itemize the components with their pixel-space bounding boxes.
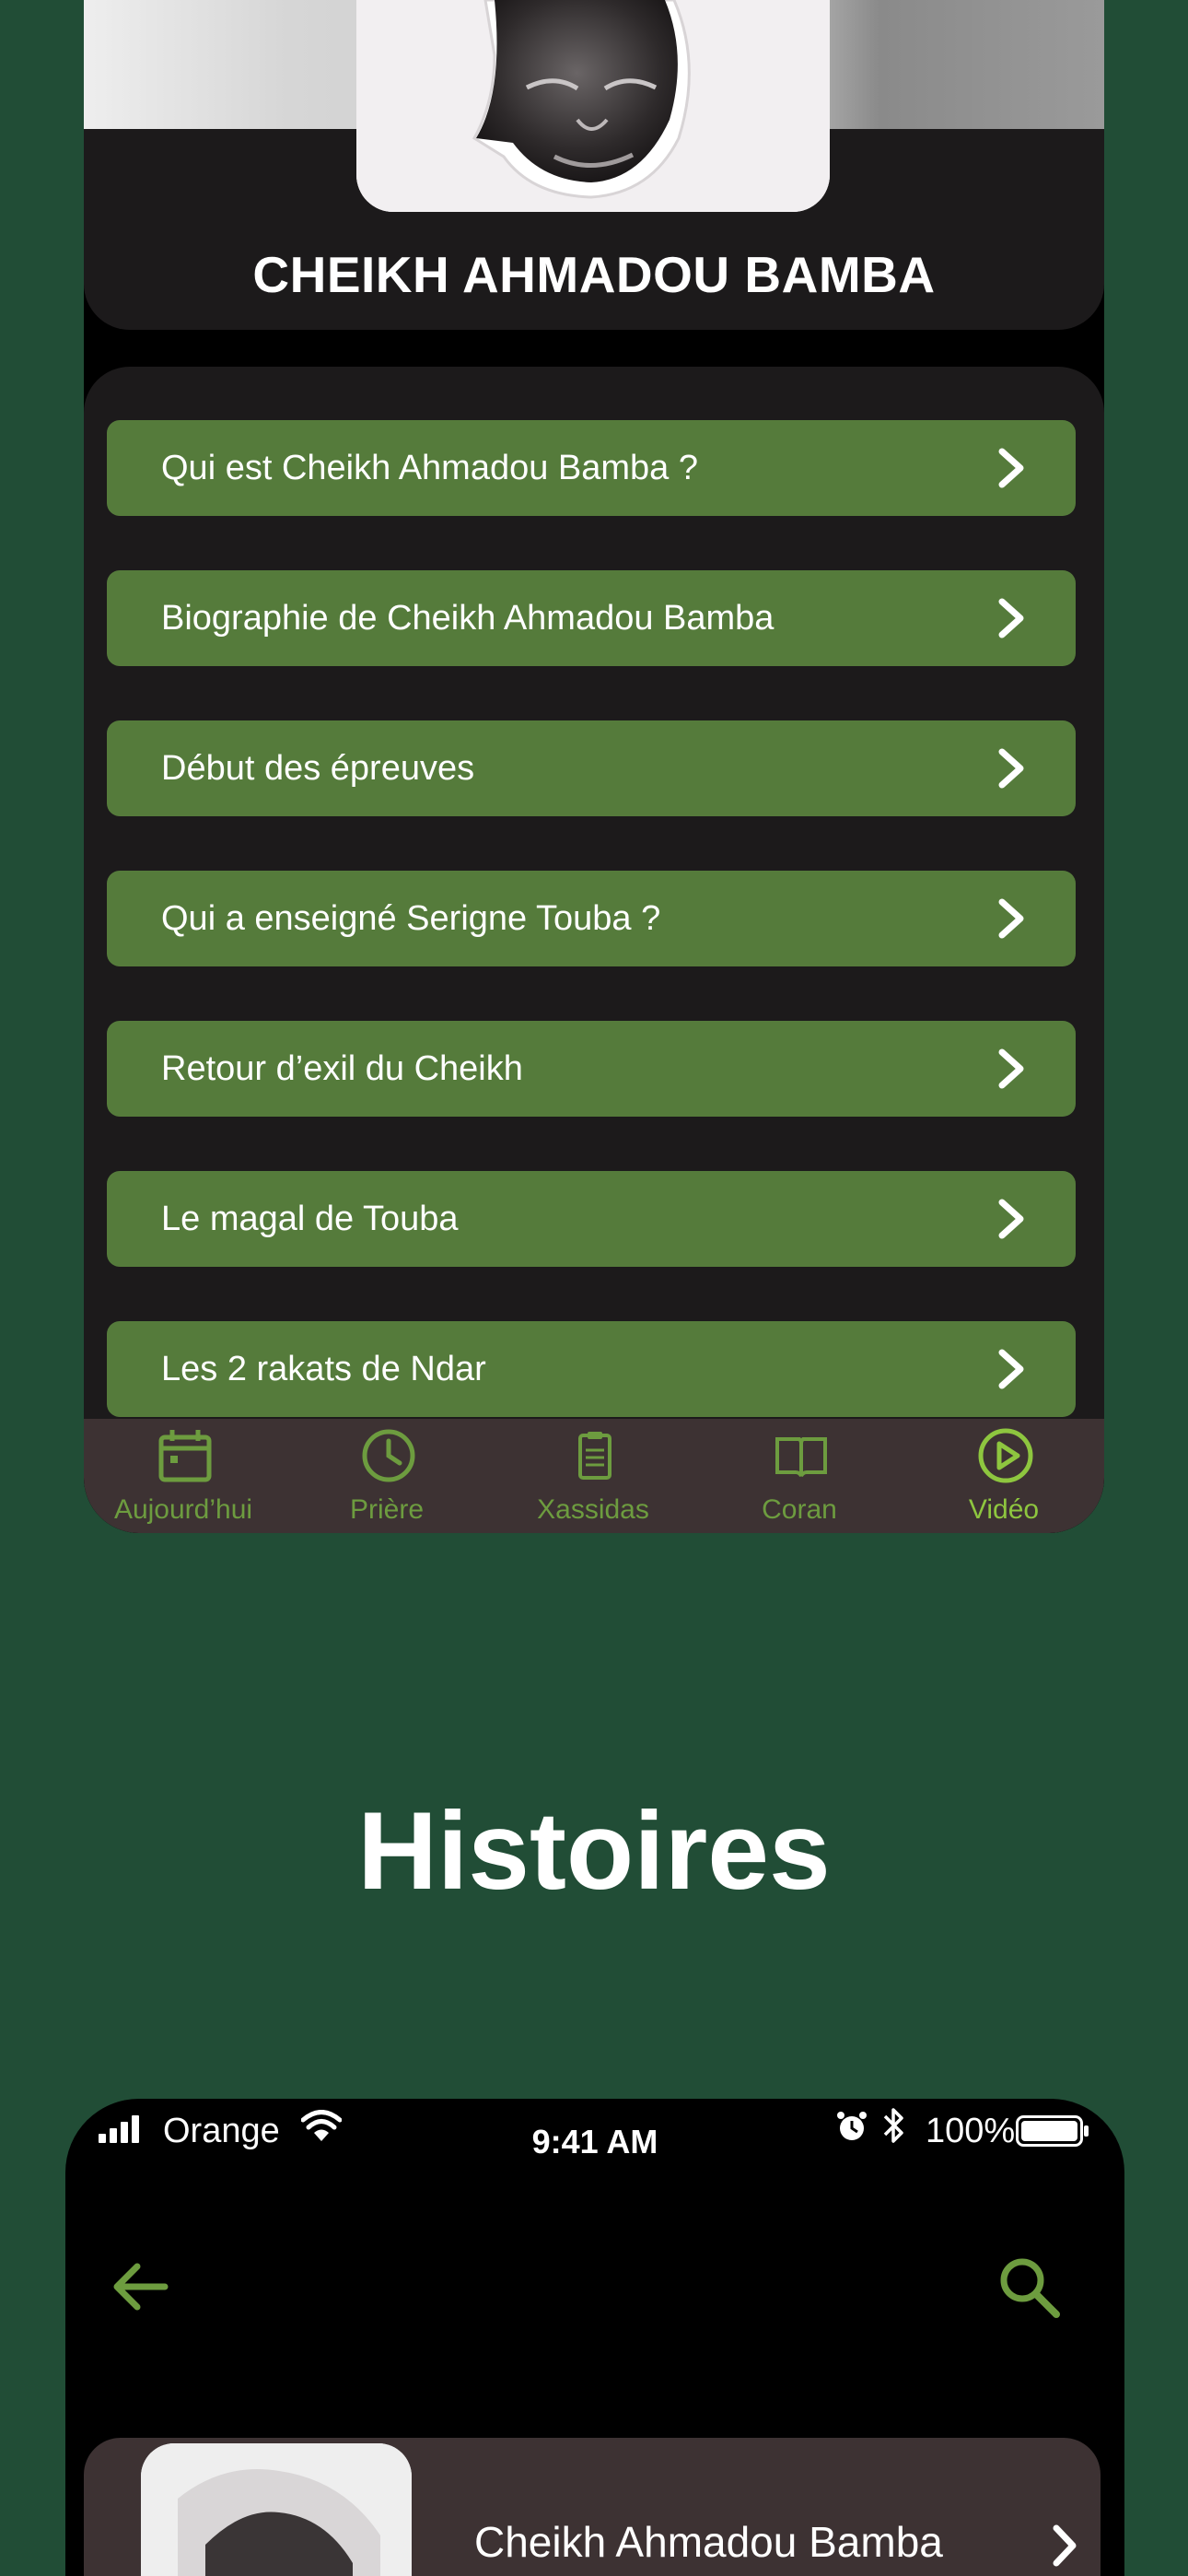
story-label: Le magal de Touba	[161, 1199, 459, 1238]
chevron-right-icon	[998, 448, 1024, 488]
status-bar: Orange 9:41 AM 100%	[65, 2099, 1124, 2172]
tab-label: Xassidas	[537, 1494, 649, 1525]
story-label: Les 2 rakats de Ndar	[161, 1349, 486, 1388]
app-screen-story-list: CHEIKH AHMADOU BAMBA Qui est Cheikh Ahma…	[84, 0, 1104, 1533]
story-thumbnail	[141, 2443, 412, 2576]
tab-coran[interactable]: Coran	[707, 1419, 891, 1533]
tab-priere[interactable]: Prière	[295, 1419, 479, 1533]
story-label: Retour d’exil du Cheikh	[161, 1048, 523, 1088]
story-card-cheikh[interactable]: Cheikh Ahmadou Bamba	[84, 2438, 1101, 2576]
tab-xassidas[interactable]: Xassidas	[501, 1419, 685, 1533]
story-button-rakats-ndar[interactable]: Les 2 rakats de Ndar	[107, 1321, 1076, 1417]
page-title: CHEIKH AHMADOU BAMBA	[252, 246, 936, 303]
bluetooth-icon	[883, 2108, 903, 2143]
tab-label: Coran	[762, 1494, 837, 1525]
story-button-qui-est-cheikh[interactable]: Qui est Cheikh Ahmadou Bamba ?	[107, 420, 1076, 516]
story-label: Début des épreuves	[161, 748, 475, 788]
tab-aujourdhui[interactable]: Aujourd’hui	[91, 1419, 275, 1533]
portrait-image	[356, 0, 830, 212]
story-card-title: Cheikh Ahmadou Bamba	[474, 2518, 943, 2566]
chevron-right-icon	[998, 1048, 1024, 1089]
battery-percentage: 100%	[926, 2112, 1016, 2150]
tab-label: Prière	[349, 1494, 425, 1525]
story-label: Qui a enseigné Serigne Touba ?	[161, 898, 661, 938]
story-label: Qui est Cheikh Ahmadou Bamba ?	[161, 448, 699, 487]
story-button-debut-epreuves[interactable]: Début des épreuves	[107, 720, 1076, 816]
battery-icon	[1016, 2115, 1089, 2147]
header-card: CHEIKH AHMADOU BAMBA	[84, 0, 1104, 330]
play-circle-icon	[978, 1428, 1033, 1483]
tab-label: Vidéo	[968, 1494, 1040, 1525]
book-icon	[775, 1437, 827, 1477]
story-list-panel: Qui est Cheikh Ahmadou Bamba ? Biographi…	[84, 367, 1104, 1533]
section-heading: Histoires	[357, 1789, 831, 1913]
chevron-right-icon	[998, 1349, 1024, 1389]
story-button-enseignement[interactable]: Qui a enseigné Serigne Touba ?	[107, 871, 1076, 966]
search-icon[interactable]	[997, 2255, 1062, 2320]
clipboard-icon	[578, 1432, 611, 1480]
arrow-left-icon[interactable]	[110, 2261, 170, 2313]
bottom-tab-bar: Aujourd’hui Prière Xassidas Coran Vidéo	[84, 1419, 1104, 1533]
story-button-retour-exil[interactable]: Retour d’exil du Cheikh	[107, 1021, 1076, 1117]
chevron-right-icon	[1053, 2524, 1077, 2567]
clock-icon	[362, 1429, 415, 1482]
calendar-icon	[158, 1430, 212, 1482]
alarm-icon	[837, 2112, 867, 2140]
story-button-magal[interactable]: Le magal de Touba	[107, 1171, 1076, 1267]
chevron-right-icon	[998, 898, 1024, 939]
tab-video[interactable]: Vidéo	[912, 1419, 1096, 1533]
story-button-biographie[interactable]: Biographie de Cheikh Ahmadou Bamba	[107, 570, 1076, 666]
story-label: Biographie de Cheikh Ahmadou Bamba	[161, 598, 775, 638]
chevron-right-icon	[998, 748, 1024, 789]
tab-label: Aujourd’hui	[113, 1494, 253, 1525]
phone-screen-preview: Orange 9:41 AM 100% Cheikh Ahmadou Bamba	[65, 2099, 1124, 2576]
chevron-right-icon	[998, 1199, 1024, 1239]
chevron-right-icon	[998, 598, 1024, 638]
